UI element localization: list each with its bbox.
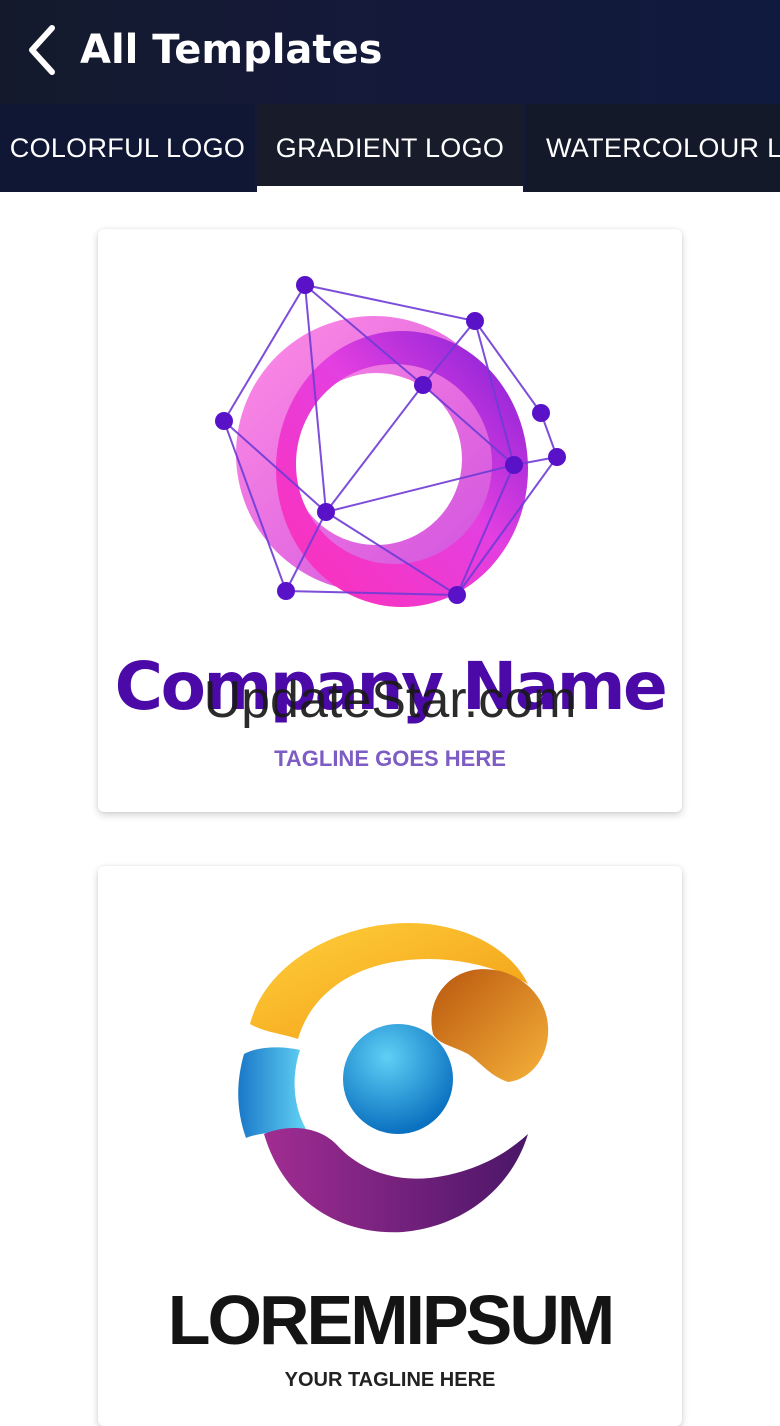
logo-tagline: TAGLINE GOES HERE — [274, 746, 506, 771]
chevron-left-icon — [29, 25, 55, 75]
template-card[interactable]: LOREMIPSUM YOUR TAGLINE HERE — [98, 866, 682, 1426]
title-bar: All Templates — [0, 0, 780, 100]
back-button[interactable] — [14, 18, 70, 82]
app-bar: All Templates COLORFUL LOGO GRADIENT LOG… — [0, 0, 780, 192]
tab-colorful-logo[interactable]: COLORFUL LOGO — [0, 104, 255, 192]
tab-watercolour-logo[interactable]: WATERCOLOUR LOGO — [525, 104, 780, 192]
category-tabs: COLORFUL LOGO GRADIENT LOGO WATERCOLOUR … — [0, 104, 780, 192]
sphere-swoosh-logo-graphic — [238, 922, 549, 1233]
selected-tab-indicator — [257, 186, 523, 192]
template-card[interactable]: Company Name TAGLINE GOES HERE — [98, 229, 682, 812]
page-title: All Templates — [80, 27, 383, 73]
gradient-ring-logo-graphic — [215, 276, 566, 607]
logo-company-name: LOREMIPSUM — [167, 1281, 615, 1359]
tab-gradient-logo[interactable]: GRADIENT LOGO — [257, 104, 523, 192]
logo-tagline: YOUR TAGLINE HERE — [284, 1369, 496, 1391]
logo-company-name: Company Name — [114, 648, 668, 725]
